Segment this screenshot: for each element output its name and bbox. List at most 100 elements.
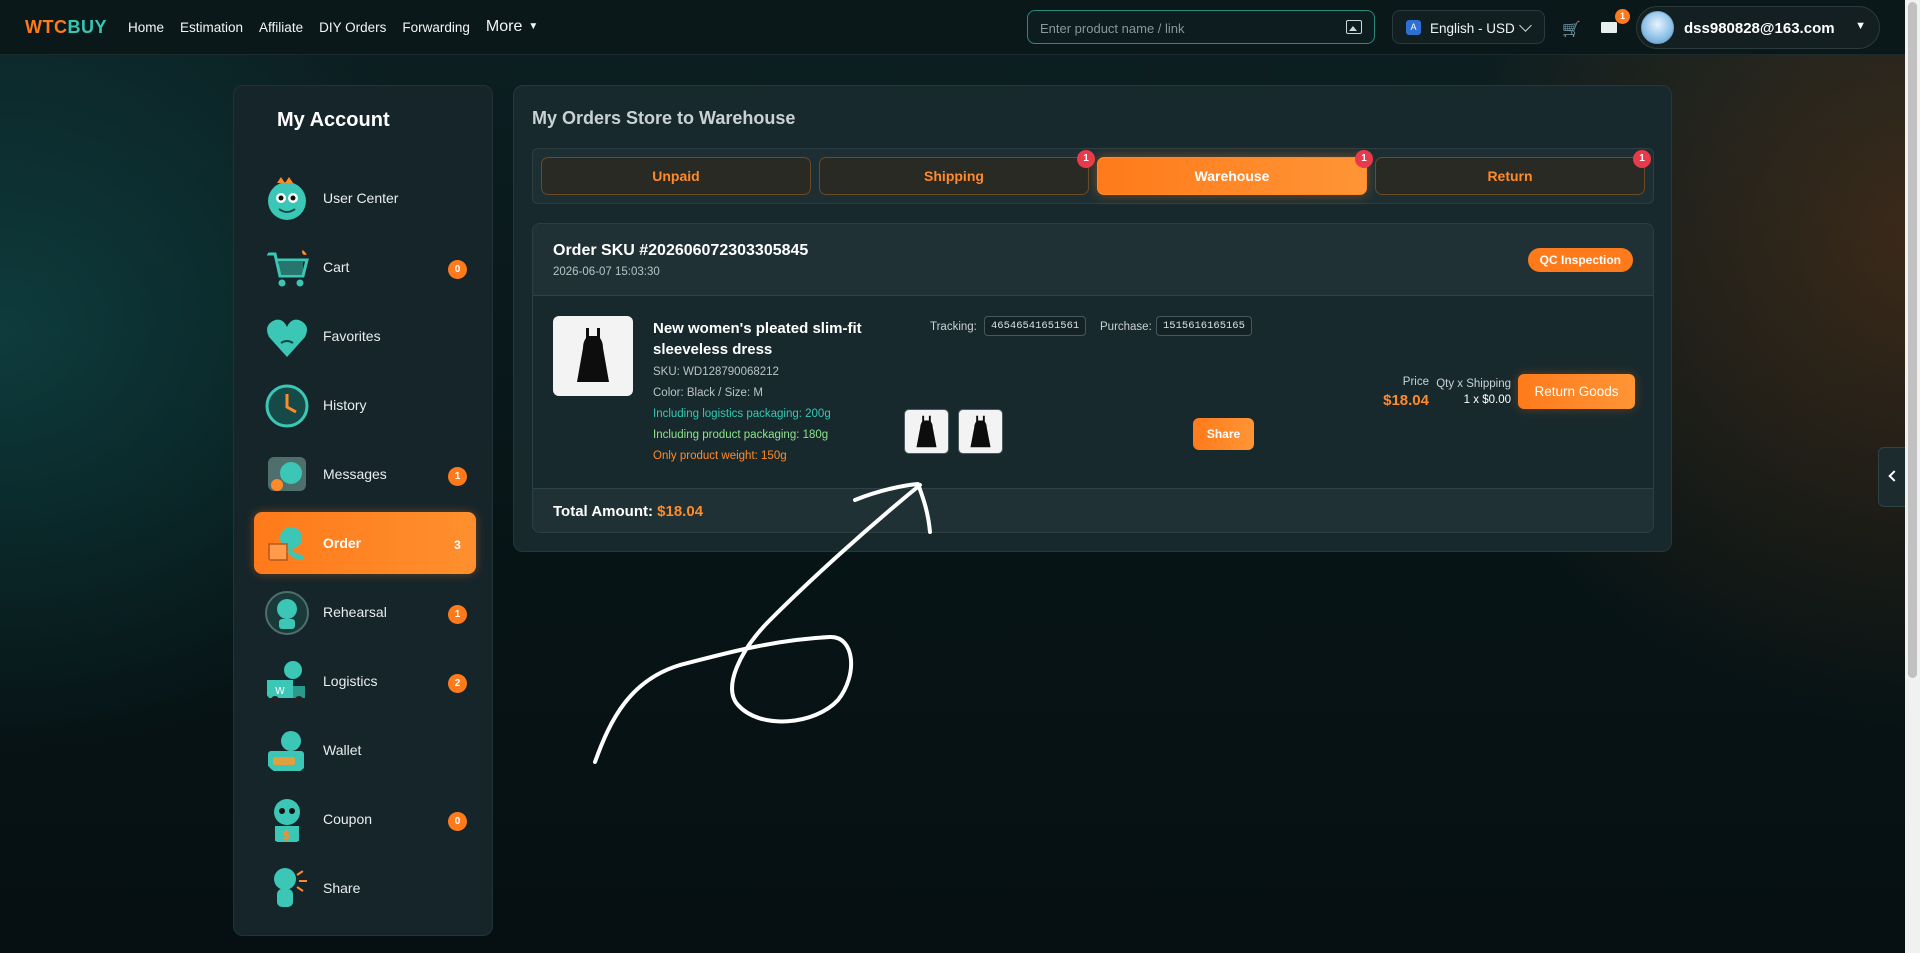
share-icon xyxy=(274,868,307,907)
nav-link-forwarding[interactable]: Forwarding xyxy=(402,20,470,36)
nav-more-menu[interactable]: More xyxy=(486,18,522,36)
order-date: 2026-06-07 15:03:30 xyxy=(553,266,660,278)
order-footer: Total Amount: $18.04 xyxy=(533,488,1653,532)
sidebar-item-coupon[interactable]: $ Coupon 0 xyxy=(254,788,476,850)
order-sku-title: Order SKU #202606072303305845 xyxy=(553,242,809,259)
total-amount-label: Total Amount: xyxy=(553,503,653,520)
price-label: Price xyxy=(1402,376,1429,388)
sidebar-item-label: User Center xyxy=(323,190,399,206)
product-name[interactable]: New women's pleated slim-fit sleeveless … xyxy=(653,318,883,360)
sidebar-item-rehearsal[interactable]: Rehearsal 1 xyxy=(254,581,476,643)
product-weight: Only product weight: 150g xyxy=(653,450,787,462)
nav-link-home[interactable]: Home xyxy=(128,20,164,36)
sidebar-item-label: History xyxy=(323,397,367,413)
sidebar-item-user-center[interactable]: User Center xyxy=(254,167,476,229)
sidebar-title: My Account xyxy=(277,109,390,131)
search-input[interactable] xyxy=(1040,19,1330,37)
order-header: Order SKU #202606072303305845 2026-06-07… xyxy=(533,224,1653,296)
image-search-icon[interactable] xyxy=(1346,20,1362,34)
coupon-icon: $ xyxy=(274,799,300,842)
tab-count-badge: 1 xyxy=(1077,150,1095,168)
side-panel-toggle[interactable] xyxy=(1878,447,1906,507)
qty-shipping-value: 1 x $0.00 xyxy=(1463,394,1511,406)
return-goods-button[interactable]: Return Goods xyxy=(1518,374,1635,409)
tab-count-badge: 1 xyxy=(1633,150,1651,168)
sidebar-item-label: Share xyxy=(323,880,361,896)
sidebar-item-label: Cart xyxy=(323,259,350,275)
site-logo[interactable]: WTCBUY xyxy=(25,17,107,38)
logo-text-wtc: WTC xyxy=(25,17,68,37)
avatar xyxy=(1641,11,1674,44)
nav-link-affiliate[interactable]: Affiliate xyxy=(259,20,303,36)
nav-link-diy-orders[interactable]: DIY Orders xyxy=(319,20,386,36)
order-card: Order SKU #202606072303305845 2026-06-07… xyxy=(532,223,1654,533)
logistics-packaging-weight: Including logistics packaging: 200g xyxy=(653,408,831,420)
purchase-number[interactable]: 15156161651​65 xyxy=(1156,316,1252,336)
status-badge[interactable]: QC Inspection xyxy=(1527,248,1633,272)
tab-return[interactable]: Return 1 xyxy=(1375,150,1651,195)
sidebar-item-favorites[interactable]: Favorites xyxy=(254,305,476,367)
scrollbar-thumb[interactable] xyxy=(1908,2,1917,678)
product-sku: SKU: WD128790068212 xyxy=(653,366,779,378)
sidebar-item-history[interactable]: History xyxy=(254,374,476,436)
sidebar-item-order[interactable]: Order 3 xyxy=(254,512,476,574)
order-count-badge: 3 xyxy=(454,538,461,552)
language-currency-selector[interactable]: A English - USD xyxy=(1392,10,1545,44)
user-menu[interactable]: dss980828@163.com ▼ xyxy=(1636,6,1880,49)
price-value: $18.04 xyxy=(1383,392,1429,409)
tab-label: Return xyxy=(1487,168,1533,184)
top-navbar: WTCBUY Home Estimation Affiliate DIY Ord… xyxy=(0,0,1905,55)
total-amount: Total Amount: $18.04 xyxy=(553,503,703,520)
truck-icon: W xyxy=(267,661,305,704)
order-item: New women's pleated slim-fit sleeveless … xyxy=(533,296,1653,488)
sidebar-item-label: Favorites xyxy=(323,328,381,344)
tab-label: Shipping xyxy=(924,168,984,184)
heart-icon xyxy=(267,319,307,357)
sidebar-item-messages[interactable]: Messages 1 xyxy=(254,443,476,505)
caret-down-icon: ▼ xyxy=(1855,20,1866,32)
tab-label: Unpaid xyxy=(652,168,700,184)
account-sidebar: My Account User Center Cart 0 Favorites … xyxy=(233,85,493,936)
rehearsal-icon xyxy=(265,591,309,635)
sidebar-item-label: Rehearsal xyxy=(323,604,387,620)
chevron-down-icon xyxy=(1519,19,1532,32)
tab-warehouse[interactable]: Warehouse 1 xyxy=(1097,150,1373,195)
order-box-icon xyxy=(268,527,305,561)
caret-down-icon[interactable]: ▼ xyxy=(528,21,538,36)
user-email: dss980828@163.com xyxy=(1684,20,1835,37)
message-icon xyxy=(268,457,306,491)
product-image[interactable] xyxy=(553,316,633,396)
mail-badge: 1 xyxy=(1615,9,1630,24)
qty-shipping-label: Qty x Shipping xyxy=(1436,378,1511,390)
tab-shipping[interactable]: Shipping 1 xyxy=(819,150,1095,195)
qc-photo-thumbnail[interactable] xyxy=(958,409,1003,454)
sidebar-item-wallet[interactable]: Wallet xyxy=(254,719,476,781)
mail-icon[interactable] xyxy=(1601,22,1617,33)
coupon-count-badge: 0 xyxy=(448,812,467,831)
tab-unpaid[interactable]: Unpaid xyxy=(541,157,811,195)
language-label: English - USD xyxy=(1430,21,1515,36)
svg-text:$: $ xyxy=(282,828,290,842)
order-status-tabs: Unpaid Shipping 1 Warehouse 1 Return 1 xyxy=(532,148,1654,204)
sidebar-item-label: Logistics xyxy=(323,673,378,689)
nav-link-estimation[interactable]: Estimation xyxy=(180,20,243,36)
page-scrollbar[interactable] xyxy=(1905,0,1920,953)
sidebar-item-share[interactable]: Share xyxy=(254,857,476,919)
cart-count-badge: 0 xyxy=(448,260,467,279)
product-color-size: Color: Black / Size: M xyxy=(653,387,763,399)
logo-text-buy: BUY xyxy=(67,17,107,37)
tracking-number[interactable]: 465465416515​61 xyxy=(984,316,1087,336)
wallet-icon xyxy=(268,731,304,771)
tab-count-badge: 1 xyxy=(1355,150,1373,168)
translate-icon: A xyxy=(1406,20,1421,35)
share-button[interactable]: Share xyxy=(1193,418,1254,450)
qc-photo-thumbnail[interactable] xyxy=(904,409,949,454)
cart-icon[interactable]: 🛒 xyxy=(1562,20,1581,38)
total-amount-value: $18.04 xyxy=(657,503,704,520)
logistics-count-badge: 2 xyxy=(448,674,467,693)
search-box xyxy=(1027,10,1375,44)
svg-text:W: W xyxy=(275,686,285,697)
rehearsal-count-badge: 1 xyxy=(448,605,467,624)
sidebar-item-cart[interactable]: Cart 0 xyxy=(254,236,476,298)
sidebar-item-logistics[interactable]: W Logistics 2 xyxy=(254,650,476,712)
